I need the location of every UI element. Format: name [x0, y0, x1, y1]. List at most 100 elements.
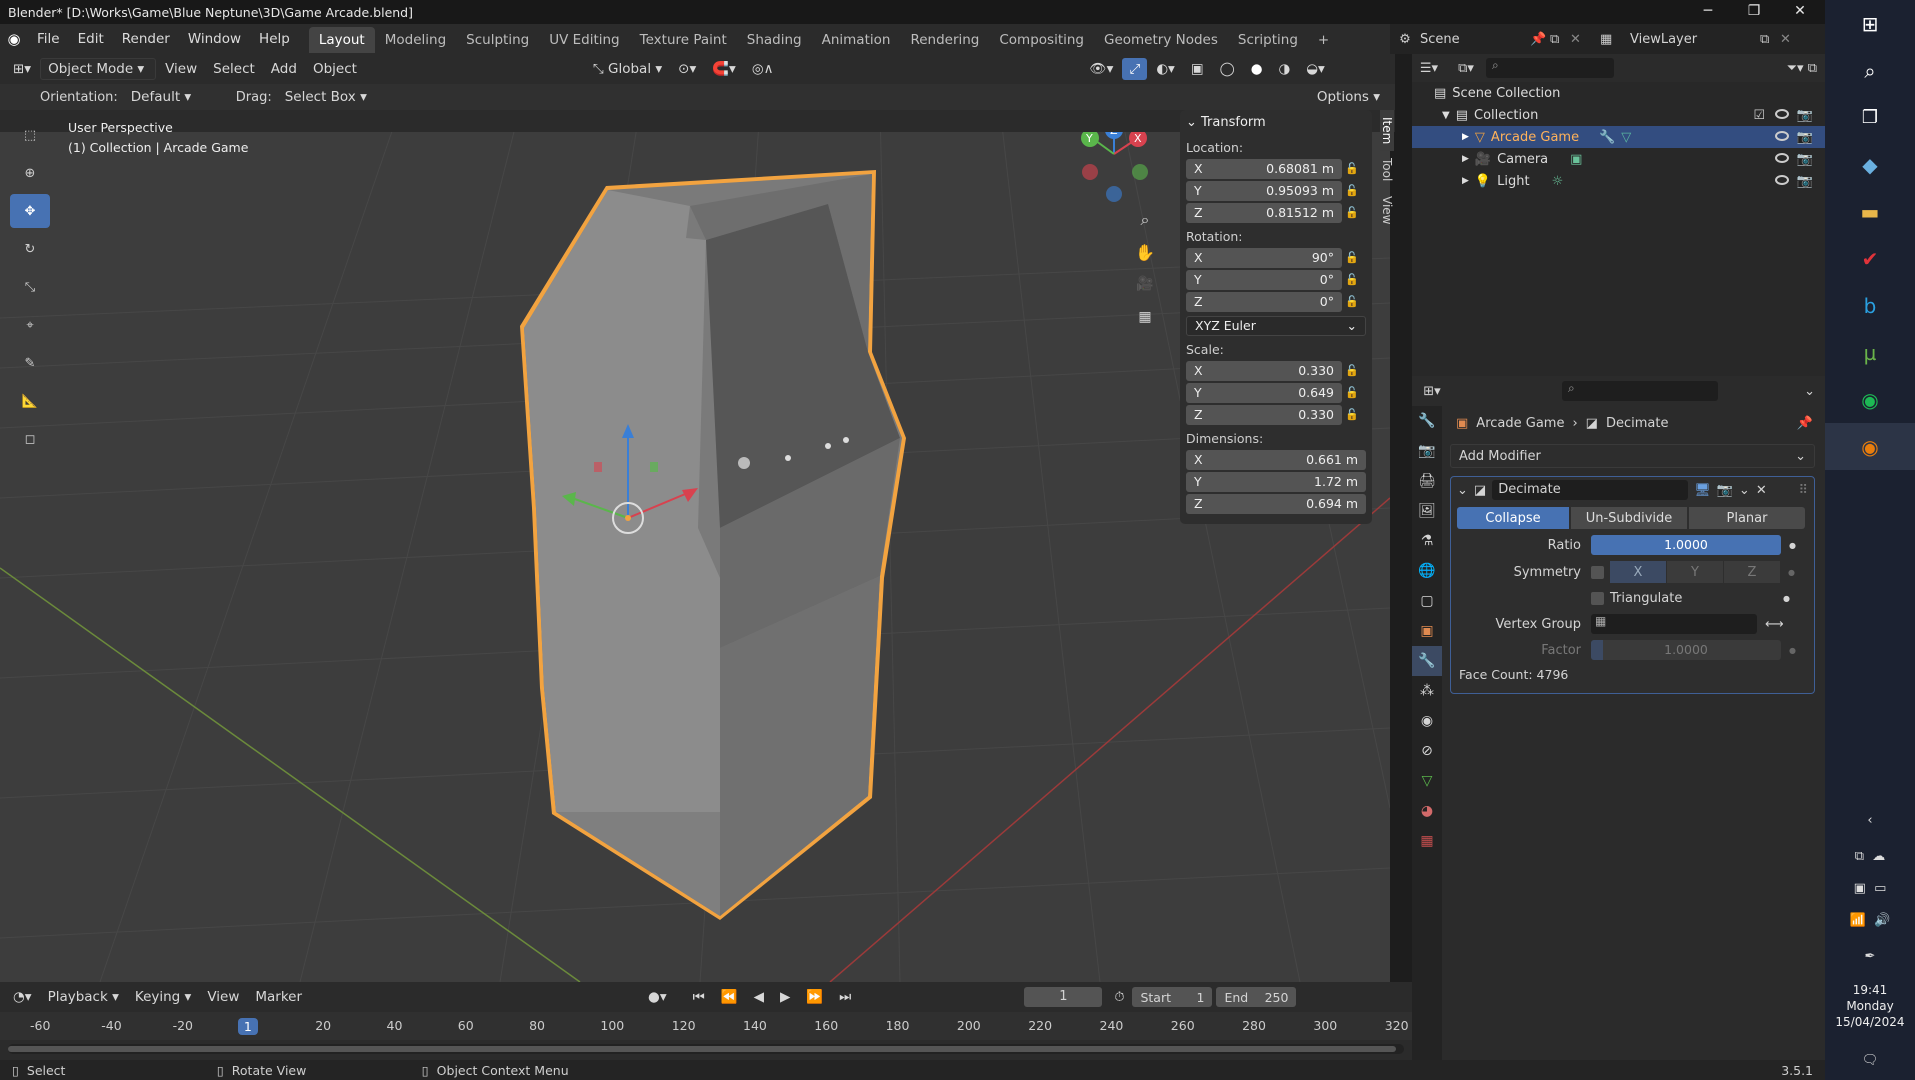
outliner-item-light[interactable]: ▶ 💡 Light ☼ 📷	[1412, 170, 1825, 192]
solid-shading-icon[interactable]: ●	[1244, 58, 1270, 80]
lock-icon[interactable]: 🔓	[1342, 206, 1362, 219]
view-layer-name[interactable]: ViewLayer	[1630, 32, 1760, 47]
file-explorer-icon[interactable]: ▬	[1825, 188, 1915, 235]
expand-arrow-icon[interactable]: ▼	[1442, 110, 1450, 121]
display-mode-icon[interactable]: ⧉▾	[1446, 61, 1486, 76]
remove-modifier-icon[interactable]: ✕	[1756, 483, 1767, 498]
delete-scene-icon[interactable]: ✕	[1570, 32, 1600, 47]
drag-select[interactable]: Select Box ▾	[278, 86, 374, 108]
eye-icon[interactable]	[1775, 174, 1789, 189]
timeline-scrollbar[interactable]	[8, 1044, 1404, 1054]
keying-menu[interactable]: Keying ▾	[128, 986, 198, 1008]
add-workspace-icon[interactable]: +	[1308, 27, 1339, 53]
bing-icon[interactable]: b	[1825, 282, 1915, 329]
tab-scripting[interactable]: Scripting	[1228, 27, 1308, 53]
scale-tool-icon[interactable]: ⤡	[10, 270, 50, 304]
new-layer-icon[interactable]: ⧉	[1760, 32, 1780, 47]
view-layer-tab-icon[interactable]: 🖼	[1412, 496, 1442, 526]
keyframe-dot-icon[interactable]: ●	[1789, 646, 1796, 655]
symmetry-z-button[interactable]: Z	[1724, 561, 1780, 583]
blender-taskbar-icon[interactable]: ◉	[1825, 423, 1915, 470]
scene-collection-row[interactable]: ▤ Scene Collection	[1412, 82, 1825, 104]
modifier-name-field[interactable]: Decimate	[1492, 480, 1689, 500]
location-z-field[interactable]: Z 0.81512 m 🔓	[1186, 202, 1366, 223]
menu-render[interactable]: Render	[113, 24, 179, 54]
chevron-left-icon[interactable]: ‹	[1825, 800, 1915, 840]
modifier-wrench-icon[interactable]: 🔧	[1599, 130, 1615, 145]
lock-icon[interactable]: 🔓	[1342, 408, 1362, 421]
search-icon[interactable]: ⌕	[1825, 47, 1915, 94]
symmetry-x-button[interactable]: X	[1610, 561, 1666, 583]
mesh-data-icon[interactable]: ▽	[1621, 130, 1631, 145]
snap-icon[interactable]: 🧲▾	[705, 58, 743, 80]
tab-compositing[interactable]: Compositing	[989, 27, 1094, 53]
show-viewport-icon[interactable]: 🖥	[1694, 483, 1711, 498]
stopwatch-icon[interactable]: ⏱	[1114, 990, 1124, 1005]
lock-icon[interactable]: 🔓	[1342, 273, 1362, 286]
material-shading-icon[interactable]: ◑	[1271, 58, 1297, 80]
measure-tool-icon[interactable]: 📐	[10, 384, 50, 418]
wireframe-shading-icon[interactable]: ◯	[1213, 58, 1242, 80]
location-y-field[interactable]: Y 0.95093 m 🔓	[1186, 180, 1366, 201]
properties-options-icon[interactable]: ⌄	[1804, 384, 1815, 399]
filter-icon[interactable]: ⏷▾ ⧉	[1787, 61, 1817, 76]
menu-window[interactable]: Window	[179, 24, 250, 54]
transform-tool-icon[interactable]: ⌖	[10, 308, 50, 342]
blender-logo-icon[interactable]: ◉	[0, 30, 28, 48]
pivot-icon[interactable]: ⊙▾	[671, 58, 703, 80]
dimension-x-field[interactable]: X 0.661 m	[1186, 449, 1366, 470]
next-keyframe-icon[interactable]: ⏩	[799, 986, 830, 1008]
show-render-icon[interactable]: 📷	[1717, 483, 1733, 498]
jump-end-icon[interactable]: ⏭	[832, 986, 858, 1008]
invert-arrow-icon[interactable]: ⟷	[1765, 617, 1784, 632]
overlay-toggle-icon[interactable]: ◐▾	[1149, 58, 1182, 80]
play-icon[interactable]: ▶	[773, 986, 797, 1008]
tab-modeling[interactable]: Modeling	[375, 27, 456, 53]
playback-menu[interactable]: Playback ▾	[41, 986, 126, 1008]
tab-shading[interactable]: Shading	[737, 27, 812, 53]
tray-icons-row2[interactable]: ▣ ▭	[1825, 872, 1915, 904]
menu-add[interactable]: Add	[264, 58, 304, 80]
rendered-shading-icon[interactable]: ◒▾	[1299, 58, 1332, 80]
spotify-icon[interactable]: ◉	[1825, 376, 1915, 423]
triangulate-checkbox[interactable]	[1591, 591, 1604, 605]
tool-settings-icon[interactable]: 🔧	[1412, 406, 1442, 436]
editor-type-icon[interactable]: ⊞▾	[6, 58, 38, 80]
outliner-item-camera[interactable]: ▶ 🎥 Camera ▣ 📷	[1412, 148, 1825, 170]
tab-item[interactable]: Item	[1380, 110, 1394, 152]
end-frame-field[interactable]: End 250	[1216, 987, 1297, 1007]
camera-icon[interactable]: 📷	[1797, 152, 1813, 167]
lock-icon[interactable]: 🔓	[1342, 295, 1362, 308]
tab-texture-paint[interactable]: Texture Paint	[630, 27, 737, 53]
eye-icon[interactable]	[1775, 152, 1789, 167]
camera-data-icon[interactable]: ▣	[1570, 152, 1582, 167]
lock-icon[interactable]: 🔓	[1342, 162, 1362, 175]
keyframe-dot-icon[interactable]: ●	[1789, 541, 1796, 550]
windows-start-icon[interactable]: ⊞	[1825, 0, 1915, 47]
minimize-icon[interactable]: ─	[1685, 0, 1731, 24]
menu-help[interactable]: Help	[250, 24, 299, 54]
expand-arrow-icon[interactable]: ▶	[1462, 154, 1469, 164]
tab-sculpting[interactable]: Sculpting	[456, 27, 539, 53]
rotation-mode-select[interactable]: XYZ Euler ⌄	[1186, 315, 1366, 336]
camera-icon[interactable]: 📷	[1797, 130, 1813, 145]
collection-tab-icon[interactable]: ▢	[1412, 586, 1442, 616]
constraints-icon[interactable]: ⊘	[1412, 736, 1442, 766]
start-frame-field[interactable]: Start 1	[1132, 987, 1213, 1007]
marker-menu[interactable]: Marker	[248, 986, 309, 1008]
options-button[interactable]: Options ▾	[1310, 86, 1387, 108]
collapse-chevron-icon[interactable]: ⌄	[1457, 483, 1468, 498]
location-x-field[interactable]: X 0.68081 m 🔓	[1186, 158, 1366, 179]
ortho-grid-icon[interactable]: ▦	[1132, 309, 1158, 342]
lock-icon[interactable]: 🔓	[1342, 364, 1362, 377]
factor-slider[interactable]: 1.0000	[1591, 640, 1781, 660]
pan-hand-icon[interactable]: ✋	[1132, 243, 1158, 276]
outliner-search-input[interactable]: ⌕	[1486, 58, 1614, 78]
drag-handle-icon[interactable]: ⠿	[1798, 483, 1808, 498]
visibility-icon[interactable]: 👁▾	[1083, 58, 1121, 80]
rotate-tool-icon[interactable]: ↻	[10, 232, 50, 266]
texture-icon[interactable]: ▦	[1412, 826, 1442, 856]
menu-select[interactable]: Select	[206, 58, 262, 80]
tab-view[interactable]: View	[1380, 189, 1394, 231]
dimension-y-field[interactable]: Y 1.72 m	[1186, 471, 1366, 492]
